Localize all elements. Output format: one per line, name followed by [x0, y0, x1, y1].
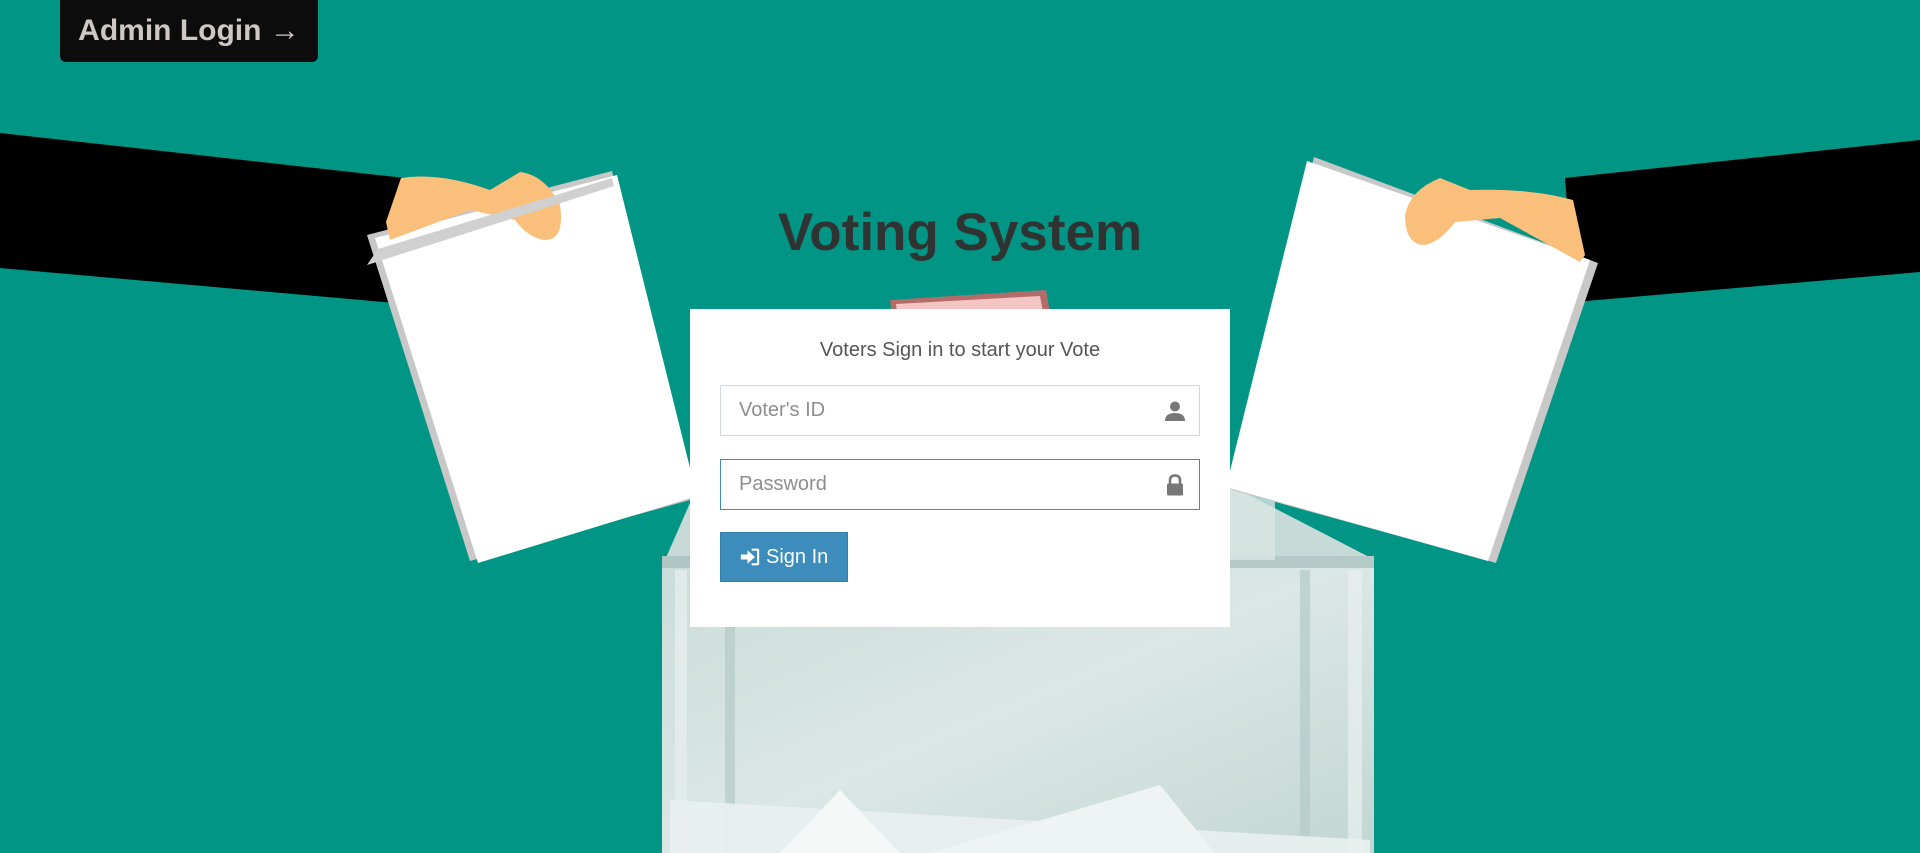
- admin-login-button[interactable]: Admin Login →: [60, 0, 318, 62]
- voter-id-field: [720, 385, 1200, 436]
- sign-in-label: Sign In: [766, 545, 829, 568]
- password-input[interactable]: [720, 459, 1200, 510]
- sign-in-button[interactable]: Sign In: [720, 532, 849, 582]
- login-card: Voters Sign in to start your Vote Sign I…: [690, 309, 1230, 627]
- login-message: Voters Sign in to start your Vote: [819, 339, 1101, 361]
- right-hand-ballot: [1226, 140, 1920, 563]
- admin-login-label: Admin Login: [78, 14, 262, 47]
- password-field: [720, 459, 1200, 510]
- left-hand-ballot: [0, 133, 697, 563]
- user-icon: [1165, 401, 1185, 421]
- lock-icon: [1167, 474, 1183, 496]
- login-page: Admin Login → Voting System Voters Sign …: [0, 0, 1920, 853]
- page-title: Voting System: [777, 203, 1143, 262]
- arrow-right-icon: →: [269, 14, 300, 47]
- sign-in-icon: [740, 548, 760, 566]
- voter-id-input[interactable]: [720, 385, 1200, 436]
